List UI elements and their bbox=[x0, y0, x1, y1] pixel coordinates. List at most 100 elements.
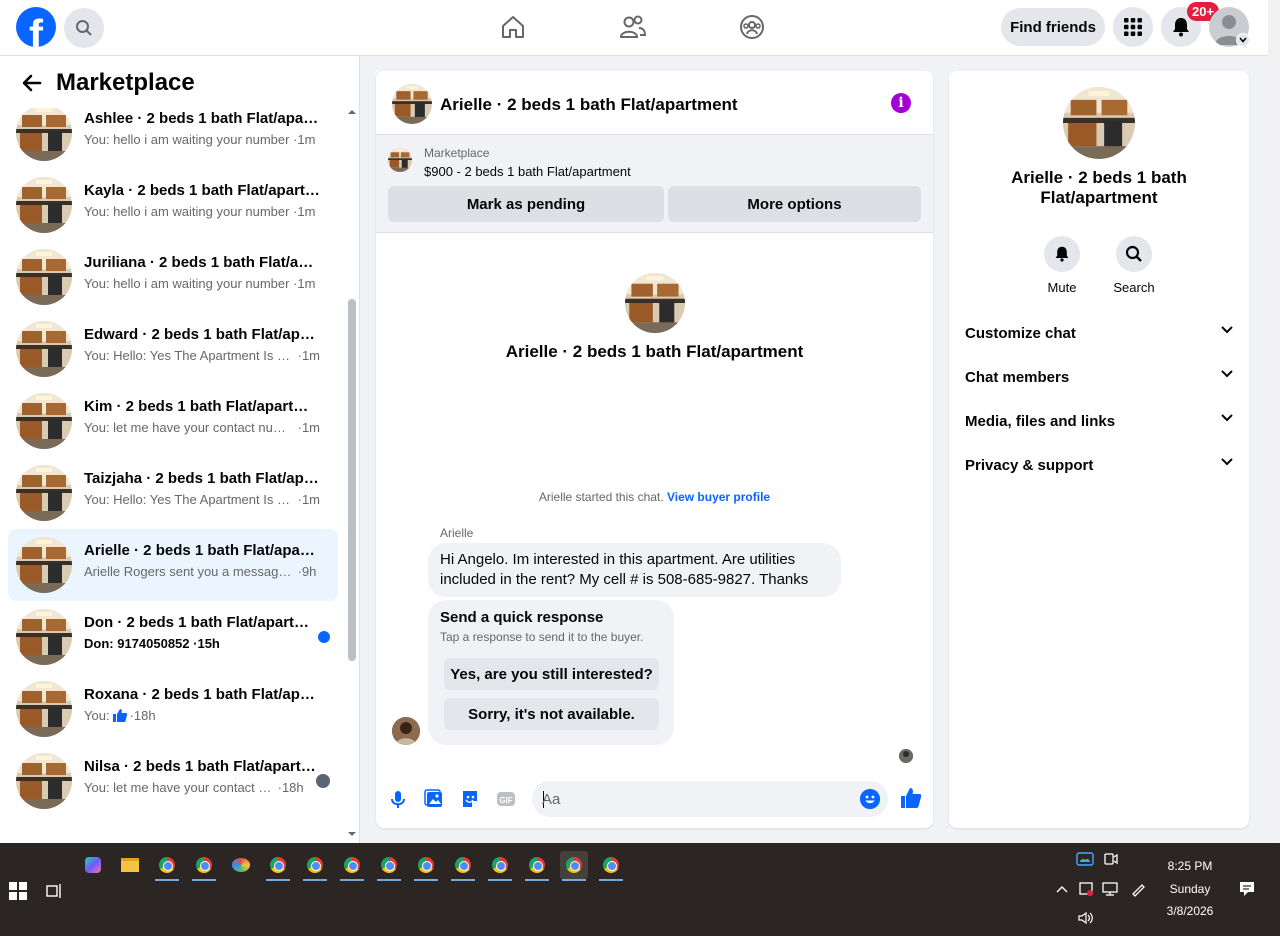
intro-avatar bbox=[625, 273, 685, 333]
chrome-taskbar-icon[interactable] bbox=[301, 851, 329, 881]
pen-tray-icon[interactable] bbox=[1129, 880, 1147, 898]
microphone-icon[interactable] bbox=[388, 789, 408, 809]
sticker-icon[interactable] bbox=[460, 789, 480, 809]
mute-action[interactable]: Mute bbox=[1032, 236, 1092, 295]
conversation-item[interactable]: Nilsa · 2 beds 1 bath Flat/apartment You… bbox=[8, 745, 338, 817]
onedrive-icon[interactable] bbox=[1076, 850, 1094, 868]
scroll-up-arrow-icon[interactable] bbox=[346, 108, 358, 116]
section-label: Chat members bbox=[965, 368, 1070, 386]
conversation-time: 1m bbox=[297, 132, 316, 147]
conversation-item[interactable]: Kim · 2 beds 1 bath Flat/apartment You: … bbox=[8, 385, 338, 457]
chrome-taskbar-icon-active[interactable] bbox=[560, 851, 588, 881]
customize-chat-section[interactable]: Customize chat bbox=[965, 315, 1233, 351]
conversation-name: Ashlee · 2 beds 1 bath Flat/apartment bbox=[84, 110, 320, 127]
show-hidden-icons-chevron[interactable] bbox=[1053, 880, 1071, 898]
quick-reply-interested-button[interactable]: Yes, are you still interested? bbox=[444, 658, 659, 690]
listing-thumbnail bbox=[16, 321, 72, 377]
section-label: Media, files and links bbox=[965, 412, 1116, 430]
volume-tray-icon[interactable] bbox=[1077, 909, 1095, 927]
paint-taskbar-icon[interactable] bbox=[227, 851, 255, 879]
details-avatar bbox=[1063, 87, 1135, 159]
chrome-taskbar-icon[interactable] bbox=[375, 851, 403, 881]
chrome-taskbar-icon[interactable] bbox=[486, 851, 514, 881]
mark-as-pending-button[interactable]: Mark as pending bbox=[388, 186, 664, 222]
conversation-preview: You: bbox=[84, 708, 110, 723]
conversation-item[interactable]: Kayla · 2 beds 1 bath Flat/apartment You… bbox=[8, 169, 338, 241]
info-icon[interactable]: i bbox=[891, 93, 911, 113]
scroll-down-arrow-icon[interactable] bbox=[346, 830, 358, 838]
page-scrollbar[interactable] bbox=[1268, 0, 1280, 843]
listing-thumbnail bbox=[16, 753, 72, 809]
like-icon[interactable] bbox=[900, 787, 922, 809]
chrome-taskbar-icon[interactable] bbox=[153, 851, 181, 881]
quick-reply-not-available-button[interactable]: Sorry, it's not available. bbox=[444, 698, 659, 730]
chat-members-section[interactable]: Chat members bbox=[965, 359, 1233, 395]
photo-icon[interactable] bbox=[424, 789, 444, 809]
clock-time[interactable]: 8:25 PM bbox=[1160, 859, 1220, 873]
friends-icon bbox=[619, 15, 647, 38]
chrome-taskbar-icon[interactable] bbox=[190, 851, 218, 881]
emoji-icon[interactable] bbox=[860, 789, 880, 809]
conversation-item[interactable]: Taizjaha · 2 beds 1 bath Flat/apartment … bbox=[8, 457, 338, 529]
camera-tray-icon[interactable] bbox=[1102, 850, 1120, 868]
message-input[interactable] bbox=[542, 781, 842, 817]
conversation-item[interactable]: Roxana · 2 beds 1 bath Flat/apartment Yo… bbox=[8, 673, 338, 745]
gif-icon[interactable]: GIF bbox=[496, 789, 516, 809]
task-view-icon[interactable] bbox=[45, 882, 63, 900]
bell-icon bbox=[1055, 246, 1069, 262]
security-tray-icon[interactable] bbox=[1077, 880, 1095, 898]
network-tray-icon[interactable] bbox=[1101, 880, 1119, 898]
chevron-down-icon bbox=[1239, 37, 1247, 43]
privacy-support-section[interactable]: Privacy & support bbox=[965, 447, 1233, 483]
account-menu-caret[interactable] bbox=[1236, 33, 1250, 47]
clock-date: 3/8/2026 bbox=[1166, 904, 1214, 918]
listing-price-title[interactable]: $900 - 2 beds 1 bath Flat/apartment bbox=[424, 164, 631, 179]
chrome-taskbar-icon[interactable] bbox=[449, 851, 477, 881]
chrome-taskbar-icon[interactable] bbox=[412, 851, 440, 881]
view-buyer-profile-link[interactable]: View buyer profile bbox=[667, 490, 770, 504]
groups-nav-button[interactable] bbox=[737, 12, 767, 42]
chrome-taskbar-icon[interactable] bbox=[597, 851, 625, 881]
search-action[interactable]: Search bbox=[1104, 236, 1164, 295]
conversation-time: 9h bbox=[301, 564, 317, 579]
home-nav-button[interactable] bbox=[498, 12, 528, 42]
mute-button[interactable] bbox=[1044, 236, 1080, 272]
menu-button[interactable] bbox=[1113, 7, 1153, 47]
sidebar-scroll-thumb[interactable] bbox=[348, 299, 356, 661]
chrome-taskbar-icon[interactable] bbox=[523, 851, 551, 881]
conversation-item-active[interactable]: Arielle · 2 beds 1 bath Flat/apartment A… bbox=[8, 529, 338, 601]
chat-avatar[interactable] bbox=[392, 84, 432, 124]
chrome-taskbar-icon[interactable] bbox=[264, 851, 292, 881]
back-arrow-icon[interactable] bbox=[20, 71, 44, 95]
bell-icon bbox=[1173, 18, 1189, 37]
more-options-button[interactable]: More options bbox=[668, 186, 921, 222]
section-label: Privacy & support bbox=[965, 456, 1094, 474]
facebook-logo[interactable]: f bbox=[16, 7, 56, 47]
media-files-links-section[interactable]: Media, files and links bbox=[965, 403, 1233, 439]
seen-avatar bbox=[316, 774, 330, 788]
search-button[interactable] bbox=[64, 8, 104, 48]
copilot-taskbar-icon[interactable] bbox=[79, 851, 107, 879]
conversation-item[interactable]: Juriliana · 2 beds 1 bath Flat/apartment… bbox=[8, 241, 338, 313]
mute-label: Mute bbox=[1047, 280, 1077, 295]
conversation-name: Arielle · 2 beds 1 bath Flat/apartment bbox=[84, 542, 320, 559]
friends-nav-button[interactable] bbox=[618, 12, 648, 42]
conversation-preview: You: hello i am waiting your number bbox=[84, 276, 290, 291]
sidebar-scrollbar[interactable] bbox=[346, 104, 358, 843]
conversation-item[interactable]: Don · 2 beds 1 bath Flat/apartment Don: … bbox=[8, 601, 338, 673]
grid-menu-icon bbox=[1124, 18, 1142, 36]
chat-title[interactable]: Arielle · 2 beds 1 bath Flat/apartment bbox=[440, 95, 738, 115]
conversation-item[interactable]: Edward · 2 beds 1 bath Flat/apartment Yo… bbox=[8, 313, 338, 385]
file-explorer-taskbar-icon[interactable] bbox=[116, 851, 144, 879]
search-conversation-button[interactable] bbox=[1116, 236, 1152, 272]
conversation-name: Edward · 2 beds 1 bath Flat/apartment bbox=[84, 326, 320, 343]
chrome-taskbar-icon[interactable] bbox=[338, 851, 366, 881]
find-friends-button[interactable]: Find friends bbox=[1001, 8, 1105, 46]
windows-taskbar: 8:25 PM Sunday 3/8/2026 bbox=[0, 843, 1280, 936]
windows-start-icon[interactable] bbox=[9, 882, 27, 900]
chat-header: Arielle · 2 beds 1 bath Flat/apartment i bbox=[376, 71, 933, 135]
sender-avatar[interactable] bbox=[392, 717, 420, 745]
conversation-preview: You: hello i am waiting your number bbox=[84, 132, 290, 147]
listing-thumbnail[interactable] bbox=[388, 148, 412, 172]
notification-center-icon[interactable] bbox=[1238, 880, 1256, 898]
